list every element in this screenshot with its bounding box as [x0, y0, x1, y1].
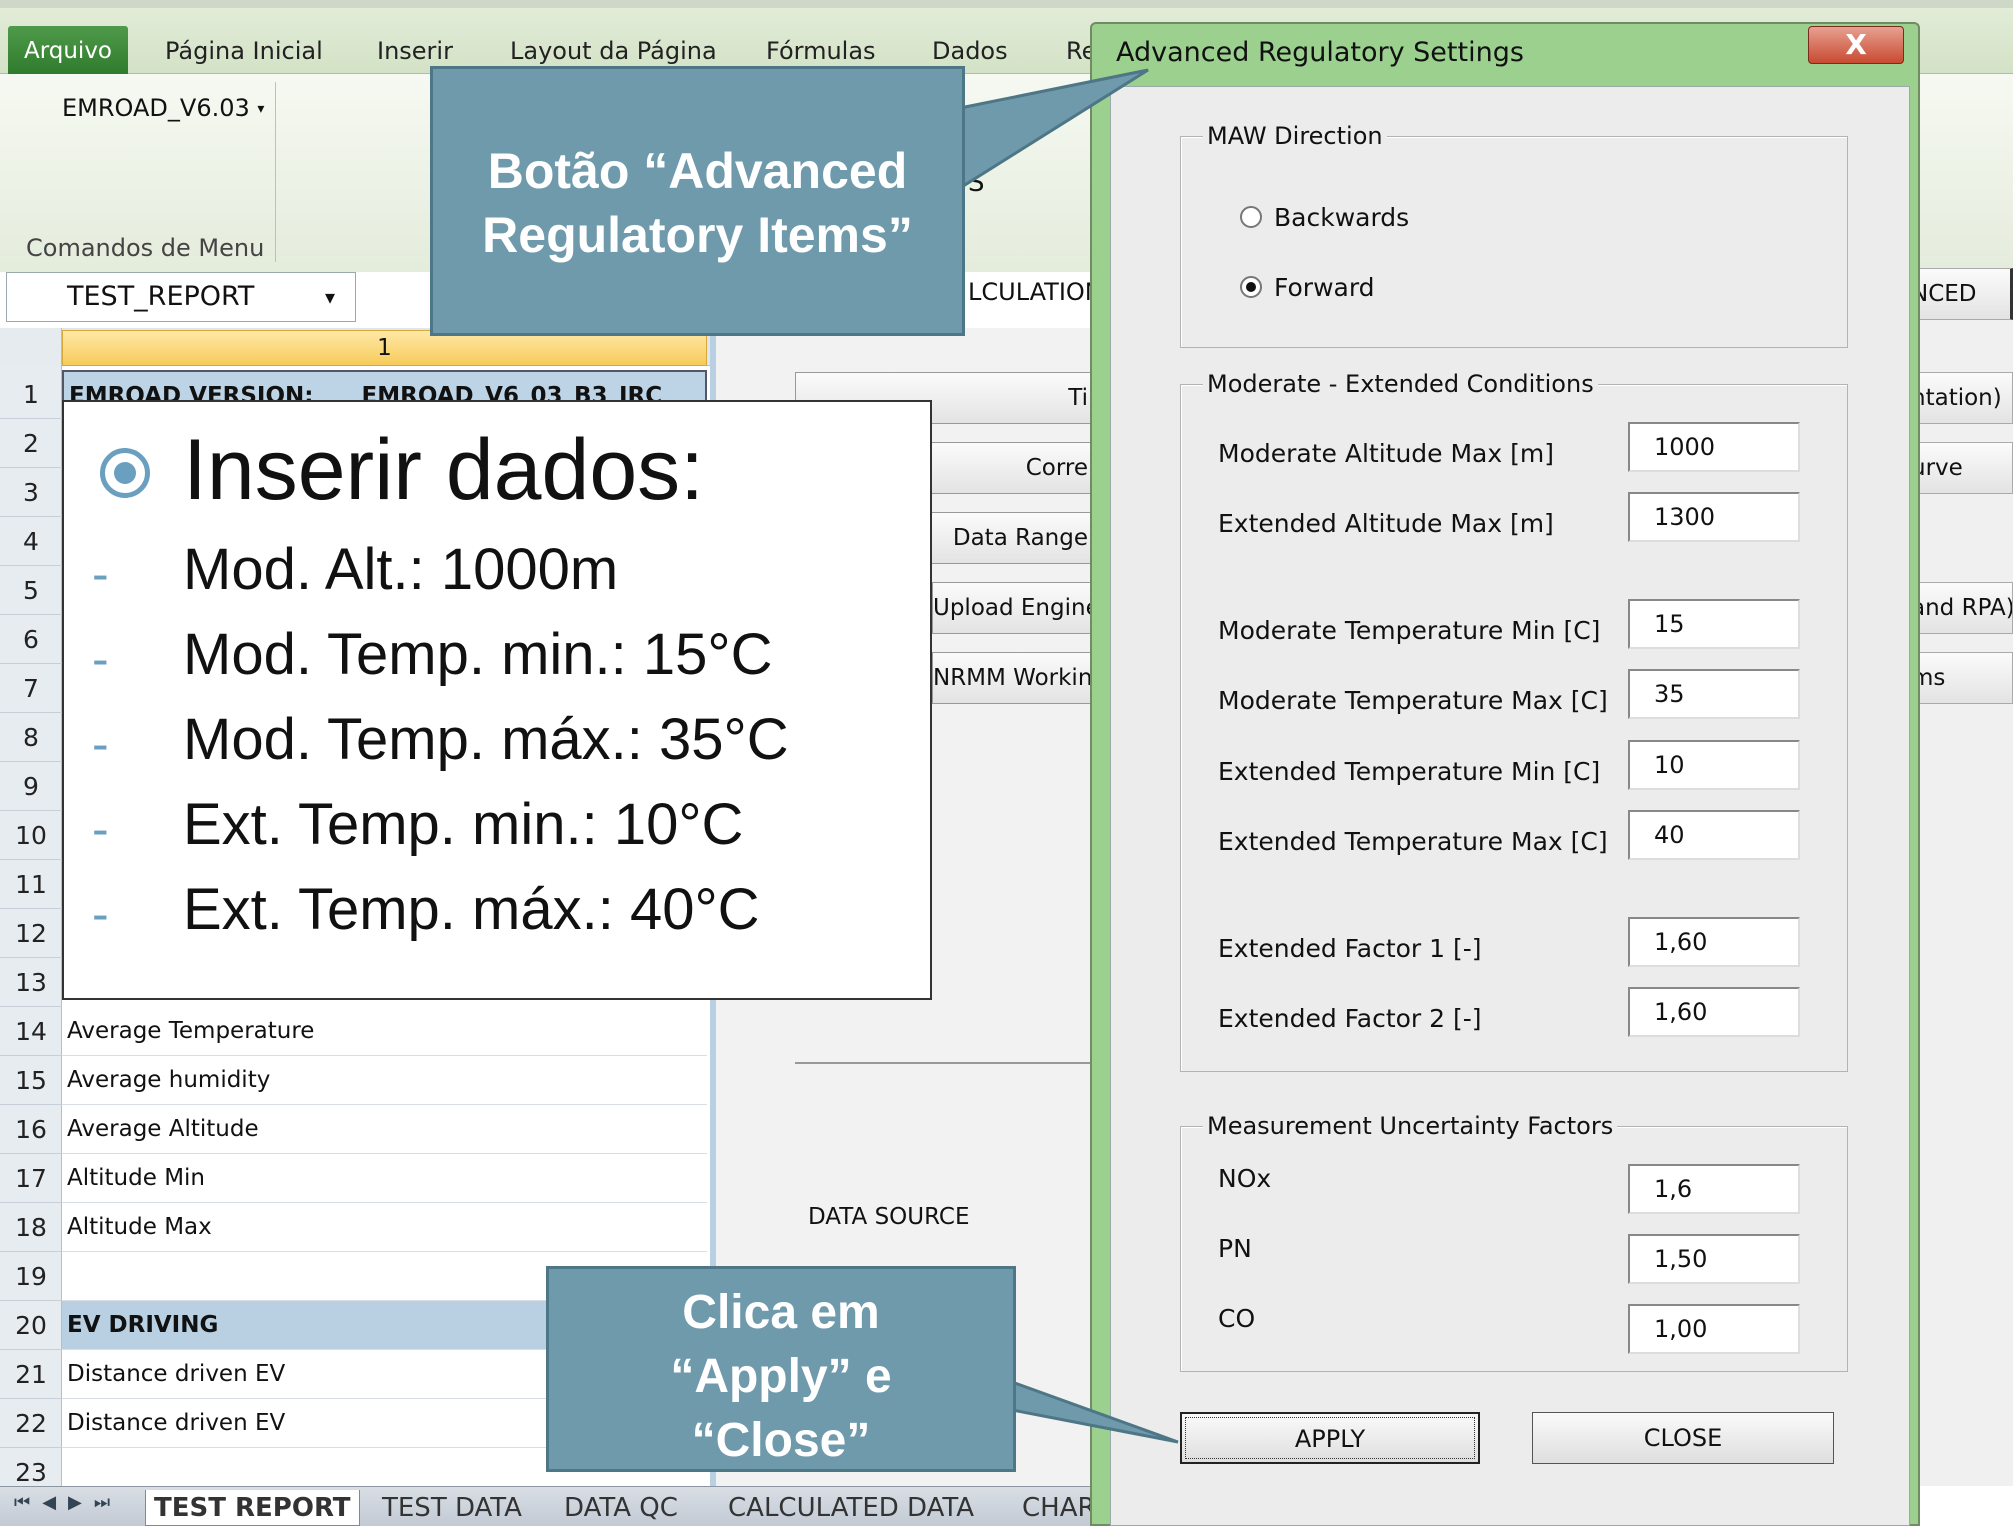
dash-marker: - — [92, 886, 109, 942]
callout-apply-close: Clica em “Apply” e “Close” — [546, 1266, 1016, 1472]
callout-bottom-pointer — [1010, 1379, 1179, 1444]
instruction-item: Ext. Temp. min.: 10°C — [183, 792, 744, 857]
callout-top-pointer — [958, 68, 1149, 191]
callout-bottom-line: “Close” — [691, 1414, 871, 1467]
callout-top-line: Regulatory Items” — [482, 207, 913, 263]
callout-top-line: Botão “Advanced — [487, 143, 908, 199]
instruction-item: Mod. Temp. máx.: 35°C — [183, 707, 789, 772]
callout-bottom-line: “Apply” e — [670, 1350, 892, 1403]
dash-marker: - — [92, 631, 109, 687]
instruction-item: Ext. Temp. máx.: 40°C — [183, 877, 760, 942]
instruction-item: Mod. Alt.: 1000m — [183, 537, 619, 602]
dash-marker: - — [92, 546, 109, 602]
instruction-item: Mod. Temp. min.: 15°C — [183, 622, 773, 687]
callout-advanced-button: Botão “Advanced Regulatory Items” — [430, 66, 965, 336]
dash-marker: - — [92, 716, 109, 772]
callout-bottom-line: Clica em — [682, 1286, 880, 1339]
dash-marker: - — [92, 801, 109, 857]
instruction-heading: Inserir dados: — [183, 422, 705, 518]
bullet-icon — [100, 448, 150, 498]
